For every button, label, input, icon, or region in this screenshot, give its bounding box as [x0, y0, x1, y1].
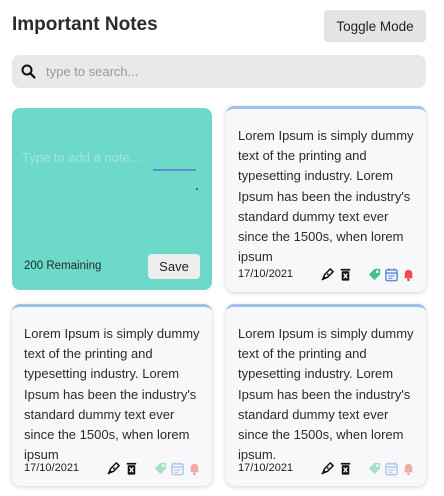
edit-pen-icon[interactable] — [320, 267, 335, 282]
resize-handle[interactable] — [196, 188, 198, 190]
new-note-textarea[interactable] — [22, 150, 198, 196]
toggle-mode-button[interactable]: Toggle Mode — [324, 10, 426, 42]
note-card: Lorem Ipsum is simply dummy text of the … — [226, 106, 426, 292]
alarm-bell-icon[interactable] — [401, 267, 416, 282]
page-title: Important Notes — [12, 14, 158, 35]
note-card: Lorem Ipsum is simply dummy text of the … — [226, 304, 426, 486]
note-text: Lorem Ipsum is simply dummy text of the … — [24, 326, 200, 463]
note-text: Lorem Ipsum is simply dummy text of the … — [238, 326, 414, 463]
alarm-bell-icon[interactable] — [187, 461, 202, 476]
note-footer: 17/10/2021 — [238, 459, 416, 477]
tag-icon[interactable] — [367, 267, 382, 282]
note-date: 17/10/2021 — [24, 462, 80, 474]
delete-icon[interactable] — [124, 461, 139, 476]
tag-icon[interactable] — [153, 461, 168, 476]
note-footer: 17/10/2021 — [238, 265, 416, 283]
delete-icon[interactable] — [338, 267, 353, 282]
delete-icon[interactable] — [338, 461, 353, 476]
save-button[interactable]: Save — [148, 253, 200, 279]
add-note-footer: 200 Remaining Save — [24, 253, 200, 279]
calendar-icon[interactable] — [384, 461, 399, 476]
note-date: 17/10/2021 — [238, 462, 294, 474]
calendar-icon[interactable] — [170, 461, 185, 476]
search-bar[interactable] — [12, 55, 426, 88]
note-date: 17/10/2021 — [238, 268, 294, 280]
calendar-icon[interactable] — [384, 267, 399, 282]
app-header: Important Notes Toggle Mode — [12, 10, 426, 42]
add-note-card: 200 Remaining Save — [12, 108, 212, 290]
note-card: Lorem Ipsum is simply dummy text of the … — [12, 304, 212, 486]
edit-pen-icon[interactable] — [320, 461, 335, 476]
text-cursor-underline — [153, 169, 196, 171]
alarm-bell-icon[interactable] — [401, 461, 416, 476]
note-footer: 17/10/2021 — [24, 459, 202, 477]
edit-pen-icon[interactable] — [106, 461, 121, 476]
search-icon — [20, 63, 38, 81]
tag-icon[interactable] — [367, 461, 382, 476]
note-text: Lorem Ipsum is simply dummy text of the … — [238, 128, 414, 265]
search-input[interactable] — [46, 64, 406, 79]
characters-remaining: 200 Remaining — [24, 260, 102, 272]
